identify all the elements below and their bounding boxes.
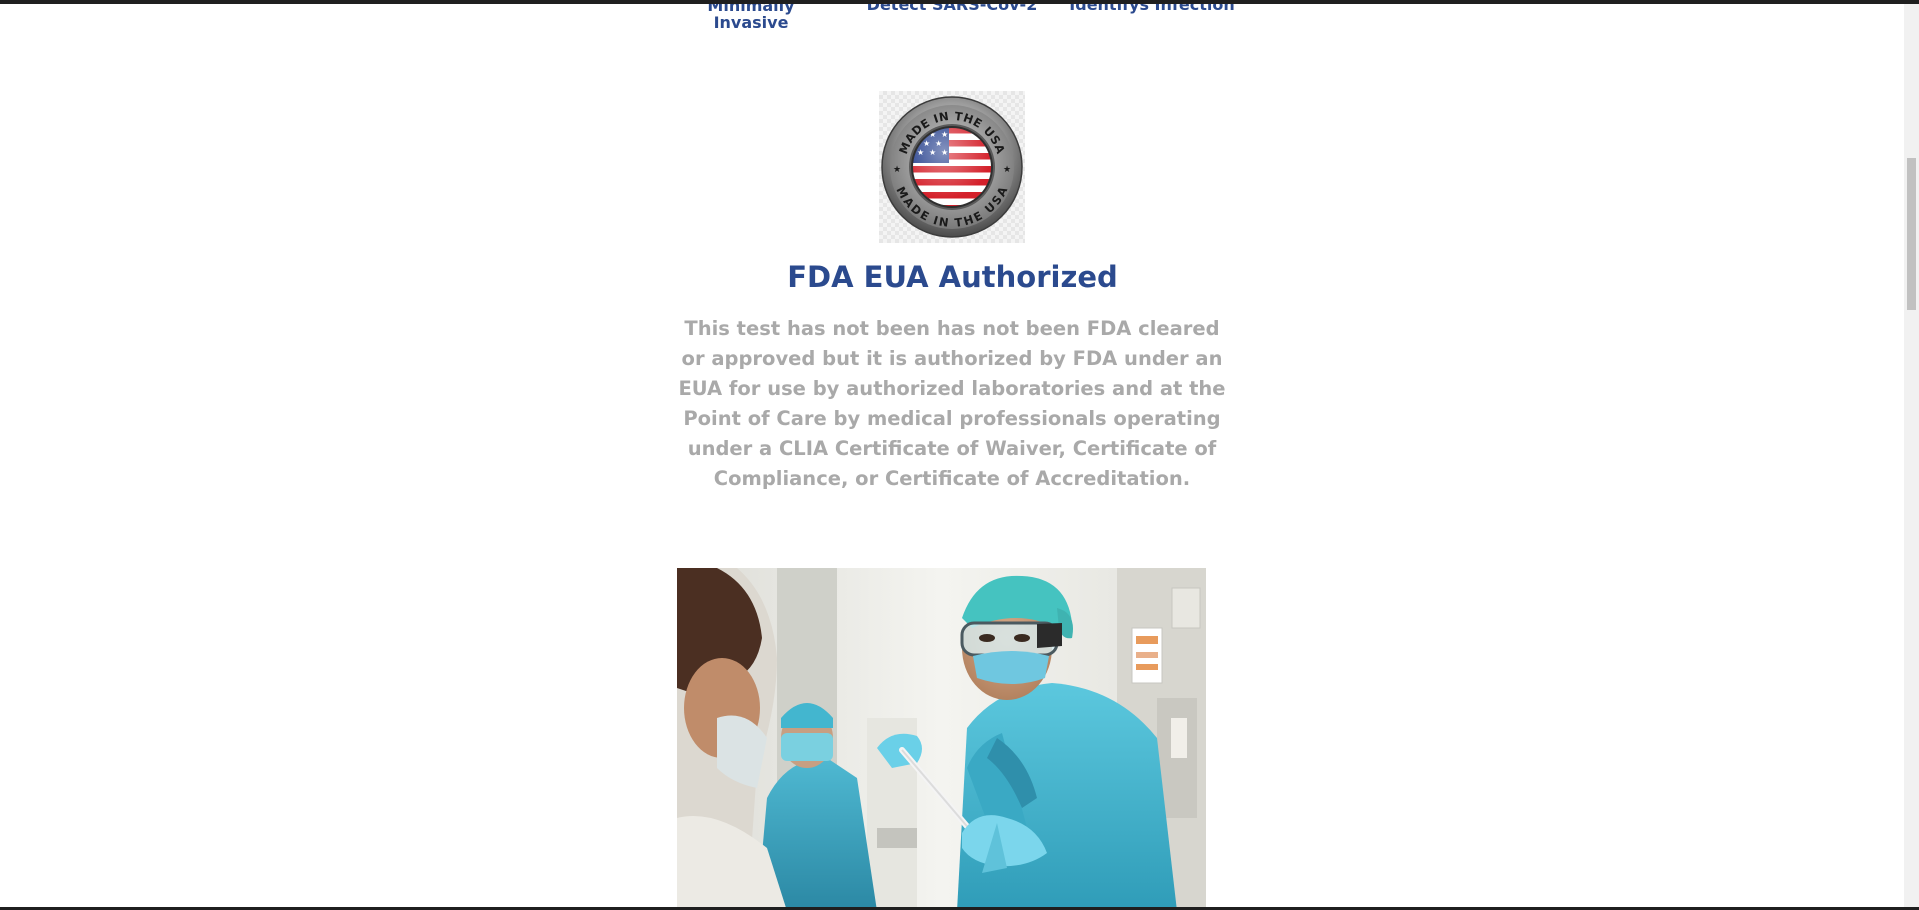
svg-text:★: ★ (893, 165, 901, 175)
section-title: FDA EUA Authorized (787, 260, 1118, 294)
section-description: This test has not been has not been FDA … (678, 317, 1226, 490)
page-viewport: Minimally Invasive Detect SARS-Cov-2 Ide… (0, 4, 1904, 907)
scrollbar-thumb[interactable] (1907, 158, 1916, 310)
feature-label-line-2: Invasive (713, 13, 789, 32)
healthcare-worker-swab-test-photo (677, 568, 1206, 907)
svg-text:★: ★ (1003, 165, 1011, 175)
usa-flag-badge-icon: ★★★ ★★ ★★★ MADE IN THE USA MADE IN THE U… (881, 96, 1023, 238)
healthcare-worker-photo (677, 568, 1206, 907)
made-in-usa-badge: ★★★ ★★ ★★★ MADE IN THE USA MADE IN THE U… (879, 91, 1025, 243)
feature-label-line-1: Detect SARS-Cov-2 (866, 4, 1038, 14)
vertical-scrollbar[interactable] (1904, 4, 1919, 907)
feature-label-minimally-invasive: Minimally Invasive (690, 4, 812, 31)
feature-label-detect-sars: Detect SARS-Cov-2 (860, 4, 1044, 13)
feature-label-line-1: Identifys Infection (1069, 4, 1235, 14)
feature-label-identifys-infection: Identifys Infection (1060, 4, 1244, 13)
